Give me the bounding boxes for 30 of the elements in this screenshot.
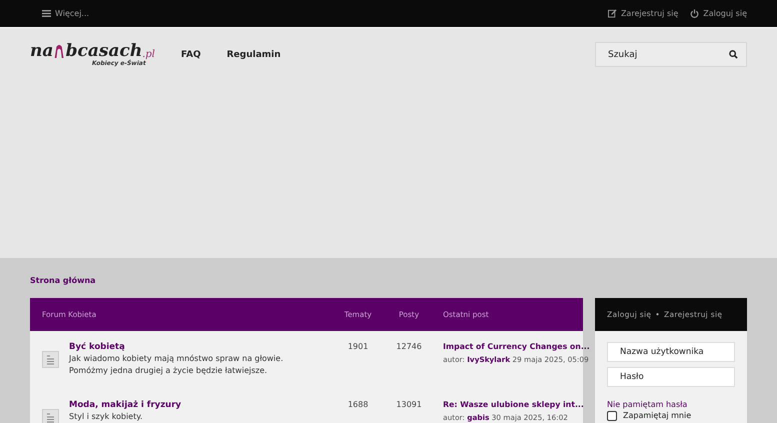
forum-icon	[42, 351, 59, 368]
logo-text: na	[30, 43, 54, 60]
forum-description: Jak wiadomo kobiety mają mnóstwo spraw na głowie. Pomóżmy jedna drugiej a życie będzie łatwiejsze.	[69, 353, 284, 377]
edit-icon	[608, 9, 617, 18]
logo-domain: .pl	[142, 50, 155, 60]
register-link[interactable]: Zarejestruj się	[608, 9, 678, 18]
topics-count: 1688	[346, 400, 370, 409]
posts-count: 13091	[395, 400, 423, 409]
posts-count: 12746	[395, 342, 423, 351]
search-field[interactable]: Szukaj	[595, 42, 747, 67]
remember-checkbox[interactable]	[607, 411, 617, 421]
forgot-password-link[interactable]: Nie pamiętam hasła	[607, 400, 688, 410]
username-field[interactable]: Nazwa użytkownika	[607, 342, 735, 362]
forum-title-link[interactable]: Być kobietą	[69, 342, 125, 352]
power-icon	[690, 9, 700, 18]
topics-count: 1901	[346, 342, 370, 351]
remember-label: Zapamiętaj mnie	[623, 411, 692, 421]
menu-link[interactable]: Więcej...	[42, 9, 90, 18]
search-icon[interactable]	[729, 50, 738, 59]
logo-text: bcasach	[66, 43, 142, 60]
breadcrumb-link[interactable]: Strona główna	[30, 276, 96, 285]
menu-icon	[42, 9, 51, 18]
shoe-icon	[53, 42, 66, 60]
forum-icon	[42, 409, 59, 423]
forum-title-link[interactable]: Moda, makijaż i fryzury	[69, 400, 182, 410]
password-field[interactable]: Hasło	[607, 367, 735, 387]
nav-link[interactable]: FAQ	[181, 50, 201, 60]
forum-description: Styl i szyk kobiety.	[69, 411, 144, 423]
login-link[interactable]: Zaloguj się	[690, 9, 747, 18]
nav-link[interactable]: Regulamin	[226, 50, 281, 60]
